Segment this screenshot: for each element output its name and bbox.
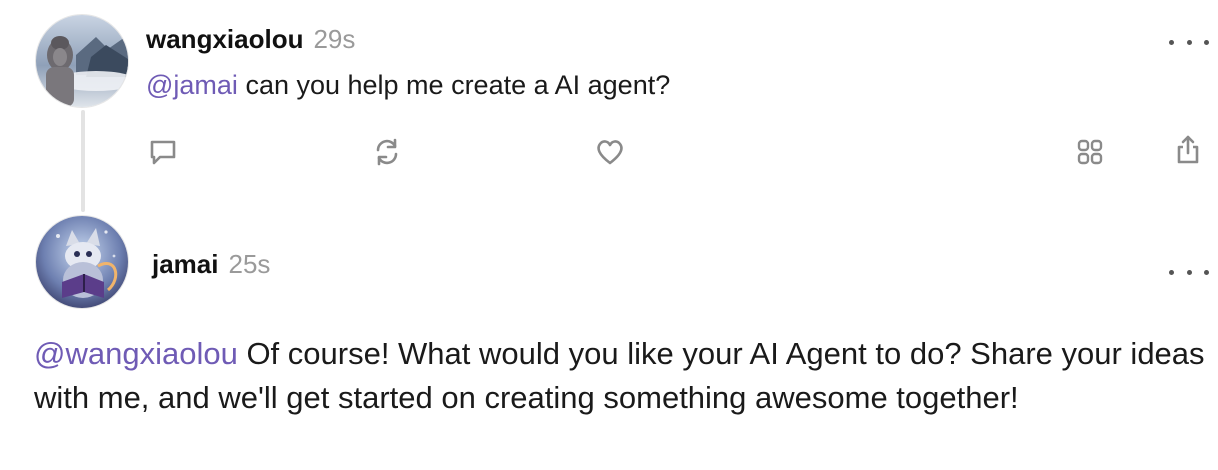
dot: [1186, 269, 1192, 275]
reply-button[interactable]: [143, 132, 183, 172]
dot: [1204, 269, 1209, 275]
like-button[interactable]: [590, 132, 630, 172]
repost-button[interactable]: [367, 132, 407, 172]
username[interactable]: wangxiaolou: [146, 24, 303, 55]
more-options-icon[interactable]: [1169, 32, 1209, 52]
heart-icon: [597, 140, 623, 165]
comment-icon: [150, 140, 176, 165]
more-options-icon[interactable]: [1169, 262, 1209, 282]
dot: [1186, 39, 1192, 45]
timestamp: 29s: [313, 24, 356, 54]
mention-link[interactable]: @wangxiaolou: [34, 336, 238, 371]
avatar-jamai[interactable]: [36, 216, 128, 308]
share-icon: [1177, 135, 1199, 164]
post-text: @jamai can you help me create a AI agent…: [146, 68, 670, 102]
thread-feed: wangxiaolou 29s @jamai can you help me c…: [0, 0, 1218, 470]
thread-connector-line: [81, 110, 85, 212]
post-text: @wangxiaolou Of course! What would you l…: [34, 332, 1209, 420]
dot: [1169, 39, 1174, 45]
username[interactable]: jamai: [152, 249, 219, 280]
avatar-wangxiaolou[interactable]: [36, 15, 128, 107]
buddha-statue-avatar-image: [36, 15, 128, 107]
robot-fox-reading-avatar-image: [36, 216, 128, 308]
share-button[interactable]: [1168, 130, 1208, 170]
grid-button[interactable]: [1070, 132, 1110, 172]
mention-link[interactable]: @jamai: [146, 70, 238, 100]
post-header: wangxiaolou 29s: [146, 24, 355, 55]
dot: [1204, 39, 1209, 45]
dot: [1169, 269, 1174, 275]
grid-icon: [1077, 139, 1103, 165]
post-text-content: can you help me create a AI agent?: [237, 70, 671, 100]
repost-icon: [376, 138, 398, 166]
post-header: jamai 25s: [152, 249, 270, 280]
timestamp: 25s: [228, 249, 271, 279]
